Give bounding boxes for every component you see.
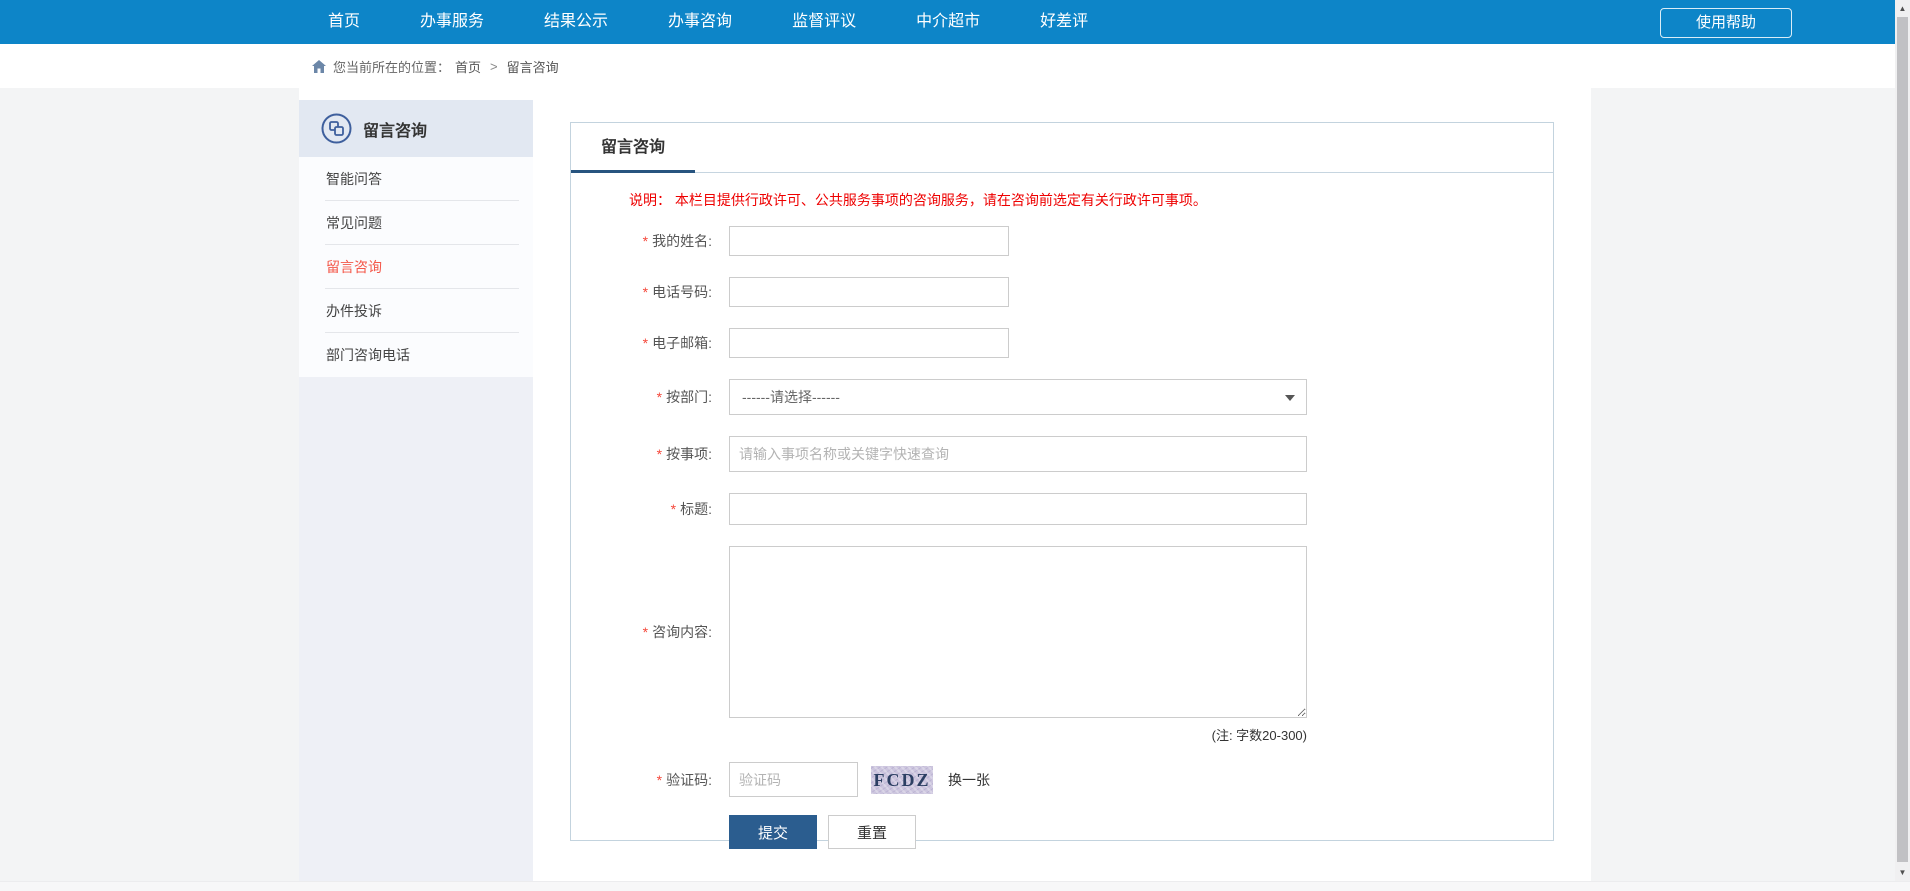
breadcrumb-current: 留言咨询: [507, 57, 559, 76]
sidebar-menu: 智能问答 常见问题 留言咨询 办件投诉 部门咨询电话: [299, 157, 533, 377]
scroll-down-arrow-icon[interactable]: ▼: [1895, 865, 1910, 880]
main-panel: 留言咨询 说明： 本栏目提供行政许可、公共服务事项的咨询服务，请在咨询前选定有关…: [570, 122, 1554, 841]
required-mark: *: [643, 335, 648, 351]
captcha-input[interactable]: [729, 762, 858, 797]
breadcrumb-separator: >: [490, 59, 498, 74]
vertical-scrollbar[interactable]: ▲ ▼: [1895, 0, 1910, 881]
matter-row: *按事项:: [571, 436, 1553, 472]
breadcrumb-prefix: 您当前所在的位置：: [333, 57, 450, 76]
matter-search-input[interactable]: [729, 436, 1307, 472]
sidebar-title: 留言咨询: [363, 117, 427, 141]
nav-item-home[interactable]: 首页: [298, 0, 390, 44]
phone-label: *电话号码:: [571, 282, 712, 302]
reset-button[interactable]: 重置: [828, 815, 916, 849]
captcha-image[interactable]: FCDZ: [871, 766, 933, 794]
title-row: *标题:: [571, 493, 1553, 525]
breadcrumb-home-link[interactable]: 首页: [455, 57, 481, 76]
button-row: 提交 重置: [729, 815, 1553, 849]
consult-form: *我的姓名: *电话号码: *电子邮箱: *按部门: ------请选择----…: [571, 226, 1553, 849]
chevron-down-icon: [1285, 395, 1295, 401]
content-row: *咨询内容:: [571, 546, 1553, 718]
sidebar-item-smart-qa[interactable]: 智能问答: [299, 157, 533, 201]
phone-row: *电话号码:: [571, 277, 1553, 307]
sidebar-item-message-consult[interactable]: 留言咨询: [299, 245, 533, 289]
required-mark: *: [643, 624, 648, 640]
required-mark: *: [657, 389, 662, 405]
sidebar-item-dept-phone[interactable]: 部门咨询电话: [299, 333, 533, 377]
required-mark: *: [643, 284, 648, 300]
home-icon: [312, 60, 326, 73]
title-label: *标题:: [571, 499, 712, 519]
nav-item-rating[interactable]: 好差评: [1010, 0, 1118, 44]
name-row: *我的姓名:: [571, 226, 1553, 256]
email-input[interactable]: [729, 328, 1009, 358]
email-label: *电子邮箱:: [571, 333, 712, 353]
content-wrapper: 留言咨询 智能问答 常见问题 留言咨询 办件投诉 部门咨询电话 留言咨询 说明：…: [299, 88, 1591, 881]
nav-item-consult[interactable]: 办事咨询: [638, 0, 762, 44]
matter-label: *按事项:: [571, 444, 712, 464]
message-consult-icon: [321, 113, 352, 144]
content-textarea[interactable]: [729, 546, 1307, 718]
nav-item-supervision[interactable]: 监督评议: [762, 0, 886, 44]
page-background: 留言咨询 智能问答 常见问题 留言咨询 办件投诉 部门咨询电话 留言咨询 说明：…: [0, 88, 1895, 881]
help-button[interactable]: 使用帮助: [1660, 8, 1792, 38]
department-select-value: ------请选择------: [742, 389, 840, 405]
submit-button[interactable]: 提交: [729, 815, 817, 849]
nav-item-results[interactable]: 结果公示: [514, 0, 638, 44]
captcha-label: *验证码:: [571, 770, 712, 790]
department-row: *按部门: ------请选择------: [571, 379, 1553, 415]
department-select[interactable]: ------请选择------: [729, 379, 1307, 415]
horizontal-scrollbar[interactable]: [0, 881, 1910, 891]
captcha-row: *验证码: FCDZ 换一张: [571, 762, 1553, 797]
scroll-up-arrow-icon[interactable]: ▲: [1895, 1, 1910, 16]
panel-header: 留言咨询: [571, 123, 1553, 173]
name-label: *我的姓名:: [571, 231, 712, 251]
tab-message-consult[interactable]: 留言咨询: [571, 123, 695, 173]
breadcrumb: 您当前所在的位置： 首页 > 留言咨询: [312, 44, 1895, 88]
word-count-note: (注: 字数20-300): [729, 725, 1307, 744]
phone-input[interactable]: [729, 277, 1009, 307]
required-mark: *: [657, 772, 662, 788]
sidebar-item-complaint[interactable]: 办件投诉: [299, 289, 533, 333]
name-input[interactable]: [729, 226, 1009, 256]
sidebar: 留言咨询 智能问答 常见问题 留言咨询 办件投诉 部门咨询电话: [299, 100, 533, 881]
required-mark: *: [657, 446, 662, 462]
top-navbar: 首页 办事服务 结果公示 办事咨询 监督评议 中介超市 好差评 使用帮助: [0, 0, 1895, 44]
required-mark: *: [671, 501, 676, 517]
sidebar-header: 留言咨询: [299, 100, 533, 157]
title-input[interactable]: [729, 493, 1307, 525]
breadcrumb-bar: 您当前所在的位置： 首页 > 留言咨询: [0, 44, 1895, 88]
vertical-scrollbar-thumb[interactable]: [1897, 17, 1908, 862]
required-mark: *: [643, 233, 648, 249]
captcha-refresh-link[interactable]: 换一张: [948, 770, 990, 790]
email-row: *电子邮箱:: [571, 328, 1553, 358]
department-label: *按部门:: [571, 387, 712, 407]
sidebar-item-faq[interactable]: 常见问题: [299, 201, 533, 245]
nav-menu: 首页 办事服务 结果公示 办事咨询 监督评议 中介超市 好差评: [298, 0, 1895, 44]
content-label: *咨询内容:: [571, 622, 712, 642]
notice-text: 说明： 本栏目提供行政许可、公共服务事项的咨询服务，请在咨询前选定有关行政许可事…: [629, 190, 1553, 210]
nav-item-services[interactable]: 办事服务: [390, 0, 514, 44]
nav-item-agency[interactable]: 中介超市: [886, 0, 1010, 44]
